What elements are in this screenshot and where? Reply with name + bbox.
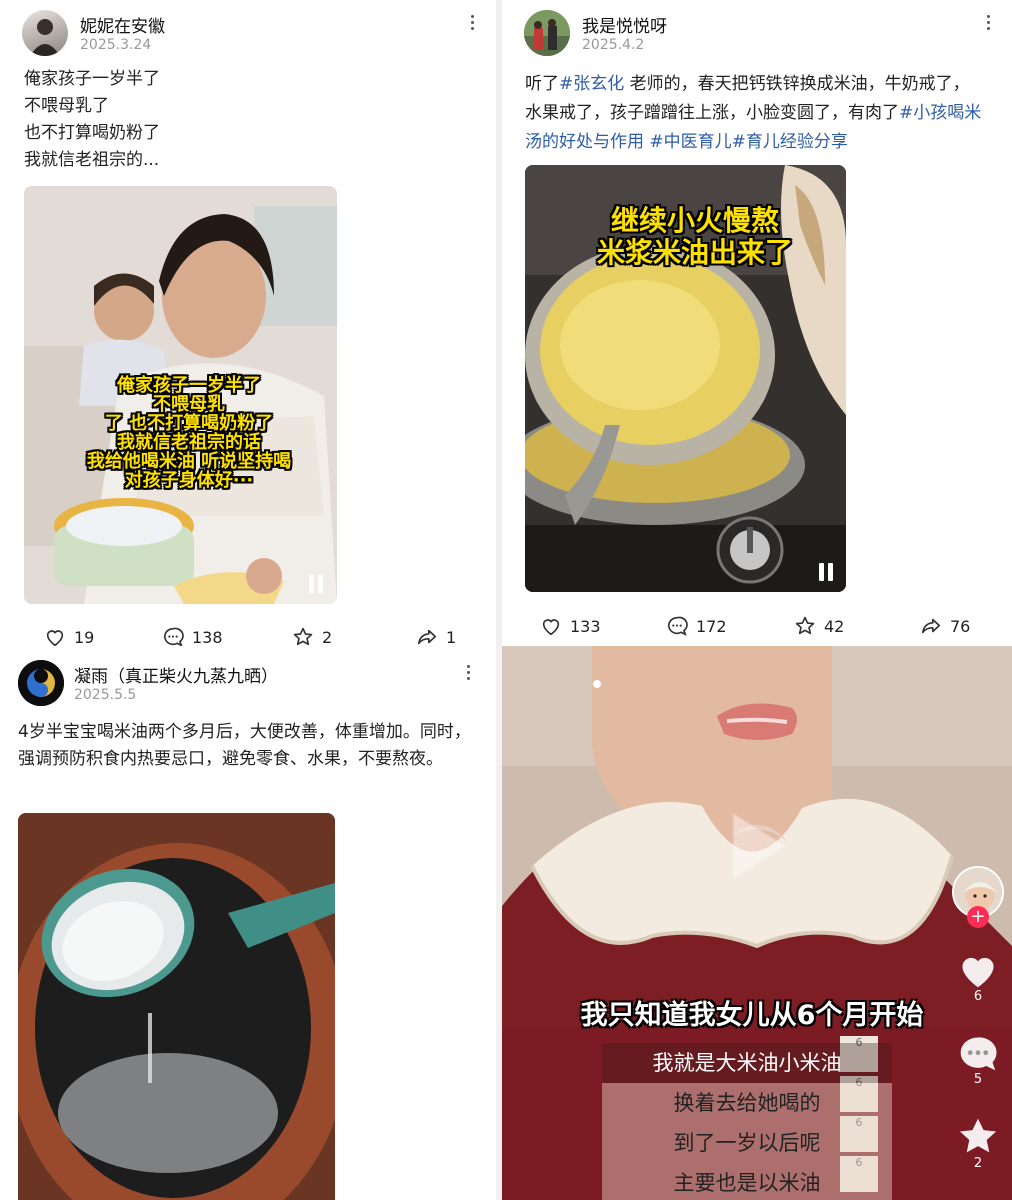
caption-line: 继续小火慢熬 (610, 204, 779, 237)
plus-icon[interactable]: + (967, 906, 989, 928)
author-avatar[interactable] (22, 10, 68, 56)
caption-line: 我就信老祖宗的话 (117, 432, 261, 453)
creator-avatar-button[interactable]: + (952, 866, 1004, 928)
video-caption: 俺家孩子一岁半了 不喂母乳 了 也不打算喝奶粉了 我就信老祖宗的话 我给他喝米油… (64, 376, 314, 490)
star-icon (293, 627, 313, 646)
share-button[interactable]: 1 (416, 626, 456, 646)
comment-count: 138 (192, 627, 223, 647)
video-caption: 继续小火慢熬 米浆米油出来了 (585, 205, 805, 269)
like-count: 19 (74, 627, 95, 647)
caption-line: 了 也不打算喝奶粉了 (104, 413, 274, 434)
post-text: 俺家孩子一岁半了 不喂母乳了 也不打算喝奶粉了 我就信老祖宗的... (24, 66, 464, 174)
favorite-count: 42 (824, 616, 845, 636)
heart-icon (46, 630, 64, 646)
post-text: 听了#张玄化 老师的，春天把钙铁锌换成米油，牛奶戒了，水果戒了，孩子蹭蹭往上涨，… (525, 70, 985, 157)
author-name[interactable]: 凝雨（真正柴火九蒸九晒） (74, 662, 278, 687)
author-avatar[interactable] (18, 660, 64, 706)
comment-button[interactable]: 172 (666, 615, 727, 637)
share-count: 76 (950, 616, 971, 636)
star-icon (795, 616, 815, 635)
post-text-segment: 听了 (525, 74, 559, 94)
post-card-2[interactable]: 我是悦悦呀 2025.4.2 听了#张玄化 老师的，春天把钙铁锌换成米油，牛奶戒… (502, 0, 1012, 646)
hashtag-link[interactable]: #中医育儿 (644, 132, 731, 152)
post-card-1[interactable]: 妮妮在安徽 2025.3.24 俺家孩子一岁半了 不喂母乳了 也不打算喝奶粉了 … (0, 0, 496, 646)
more-vertical-icon[interactable] (468, 12, 476, 33)
photo-thumbnail[interactable] (18, 813, 335, 1200)
comment-button[interactable]: 138 (162, 626, 223, 646)
author-avatar[interactable] (524, 10, 570, 56)
hashtag-link[interactable]: #育儿经验分享 (732, 132, 848, 152)
comment-icon (164, 627, 184, 646)
post-text-line: 俺家孩子一岁半了 (24, 69, 160, 89)
video-player[interactable]: 6 6 6 6 我只知道我女儿从6个月开始 我就是大米油小米油 换着去给她喝的 … (502, 646, 1012, 1200)
share-count: 1 (446, 627, 457, 647)
post-date: 2025.5.5 (74, 687, 137, 703)
like-count: 6 (973, 989, 983, 1004)
video-thumbnail[interactable]: 继续小火慢熬 米浆米油出来了 (525, 165, 846, 592)
favorite-button[interactable]: 2 (957, 1116, 999, 1171)
favorite-count: 2 (973, 1156, 983, 1171)
more-vertical-icon[interactable] (464, 662, 472, 683)
share-button[interactable]: 76 (920, 615, 970, 637)
pause-icon[interactable] (818, 563, 834, 581)
post-date: 2025.3.24 (80, 37, 152, 53)
post-card-3[interactable]: 凝雨（真正柴火九蒸九晒） 2025.5.5 4岁半宝宝喝米油两个多月后，大便改善… (0, 646, 496, 1200)
video-caption-main: 我只知道我女儿从6个月开始 (580, 1000, 924, 1031)
play-icon[interactable] (728, 811, 788, 881)
like-count: 133 (570, 616, 601, 636)
post-text: 4岁半宝宝喝米油两个多月后，大便改善，体重增加。同时，强调预防积食内热要忌口，避… (18, 722, 471, 769)
comment-icon (960, 1037, 997, 1071)
caption-line: 我给他喝米油 听说坚持喝 (86, 451, 292, 472)
post-text-line: 我就信老祖宗的... (24, 150, 160, 170)
comment-icon (668, 616, 688, 636)
comment-button[interactable]: 5 (957, 1034, 999, 1087)
share-icon (417, 629, 437, 645)
caption-line: 米浆米油出来了 (596, 236, 793, 269)
like-button[interactable]: 19 (44, 626, 94, 646)
caption-line: 俺家孩子一岁半了 (117, 375, 261, 396)
like-button[interactable]: 133 (540, 615, 601, 637)
star-icon (959, 1118, 997, 1153)
post-text-line: 也不打算喝奶粉了 (24, 123, 160, 143)
video-caption: 我就是大米油小米油 换着去给她喝的 到了一岁以后呢 主要也是以米油 (602, 1043, 892, 1200)
comment-count: 5 (973, 1072, 983, 1087)
favorite-button[interactable]: 42 (794, 615, 844, 637)
caption-line: 不喂母乳 (153, 394, 225, 415)
caption-line: 换着去给她喝的 (602, 1083, 892, 1123)
author-name[interactable]: 妮妮在安徽 (80, 12, 165, 37)
post-date: 2025.4.2 (582, 37, 645, 53)
caption-line: 我就是大米油小米油 (602, 1043, 892, 1083)
favorite-count: 2 (322, 627, 333, 647)
comment-count: 172 (696, 616, 727, 636)
caption-line: 到了一岁以后呢 (602, 1123, 892, 1163)
hashtag-link[interactable]: #张玄化 (559, 74, 624, 94)
caption-line: 对孩子身体好··· (124, 470, 254, 491)
author-name[interactable]: 我是悦悦呀 (582, 12, 667, 37)
favorite-button[interactable]: 2 (292, 626, 332, 646)
post-text-line: 不喂母乳了 (24, 96, 109, 116)
pause-icon[interactable] (308, 575, 324, 593)
more-vertical-icon[interactable] (984, 12, 992, 33)
share-icon (921, 618, 941, 634)
caption-line: 主要也是以米油 (602, 1163, 892, 1200)
like-button[interactable]: 6 (957, 951, 999, 1004)
heart-icon (962, 957, 994, 988)
heart-icon (542, 619, 560, 636)
video-thumbnail[interactable]: 俺家孩子一岁半了 不喂母乳 了 也不打算喝奶粉了 我就信老祖宗的话 我给他喝米油… (24, 186, 337, 604)
